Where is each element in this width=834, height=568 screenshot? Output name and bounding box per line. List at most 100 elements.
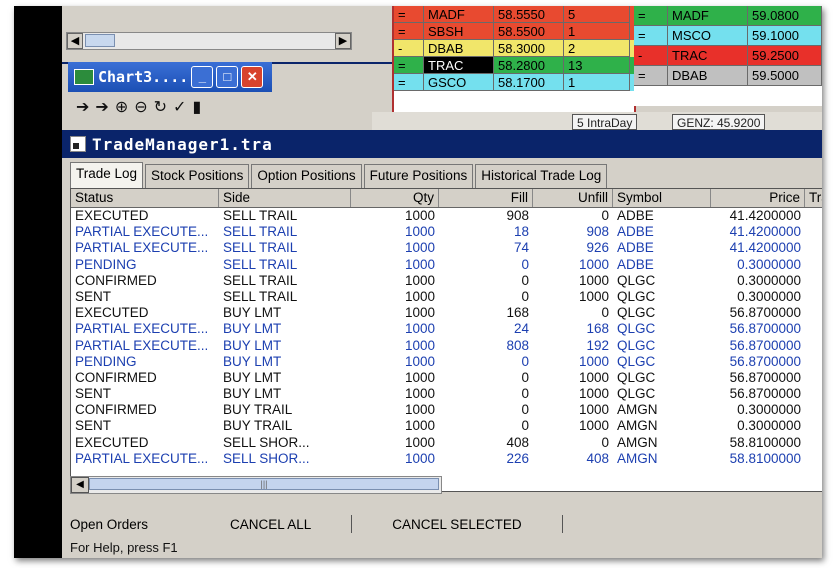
cell-price: 58.8100000 — [729, 450, 801, 466]
column-header-qty[interactable]: Qty — [351, 189, 439, 207]
table-header: StatusSideQtyFillUnfillSymbolPriceTrad — [71, 189, 822, 208]
quote-flag: = — [394, 23, 424, 40]
refresh-icon[interactable]: ↻ — [154, 97, 167, 117]
cell-side: BUY LMT — [223, 337, 282, 353]
level2-bid-quotes: = MADF 58.5550 5 = SBSH 58.5500 1- DBAB 58.3000 2 =… — [392, 6, 636, 114]
cell-unfill: 0 — [601, 208, 609, 223]
cancel-all-button[interactable]: CANCEL ALL — [200, 517, 341, 532]
cell-trade — [805, 289, 822, 305]
quote-row[interactable]: = GSCO 58.1700 1 — [394, 74, 634, 91]
scroll-thumb[interactable] — [85, 34, 115, 47]
zoom-out-icon[interactable]: ⊖ — [134, 97, 147, 117]
background-window: ◀ ▶ — [62, 6, 392, 64]
table-row[interactable]: CONFIRMED BUY TRAIL 1000 0 1000 AMGN 0.3000000 — [71, 402, 822, 418]
cell-fill: 0 — [521, 386, 529, 402]
table-row[interactable]: SENT SELL TRAIL 1000 0 1000 QLGC 0.3000000 — [71, 289, 822, 305]
tab-trade-log[interactable]: Trade Log — [70, 162, 144, 190]
cell-qty: 1000 — [404, 386, 435, 402]
table-row[interactable]: SENT BUY TRAIL 1000 0 1000 AMGN 0.3000000 — [71, 418, 822, 434]
cell-side: BUY TRAIL — [223, 418, 293, 434]
cell-price: 0.3000000 — [737, 402, 801, 418]
cell-unfill: 192 — [586, 337, 609, 353]
cancel-selected-button[interactable]: CANCEL SELECTED — [362, 517, 551, 532]
trade-manager-title: TradeManager1.tra — [92, 134, 273, 154]
quote-row[interactable]: = SBSH 58.5500 1 — [394, 23, 634, 40]
bar-chart-icon[interactable]: ▮ — [192, 97, 201, 117]
table-row[interactable]: PARTIAL EXECUTE... SELL SHOR... 1000 226 408… — [71, 451, 822, 467]
quote-row[interactable]: - DBAB 58.3000 2 — [394, 40, 634, 57]
quote-row[interactable]: = DBAB 59.5000 — [634, 66, 822, 86]
trade-manager-titlebar[interactable]: TradeManager1.tra — [62, 130, 822, 158]
quote-row[interactable]: = MADF 59.0800 — [634, 6, 822, 26]
top-horizontal-scrollbar[interactable]: ◀ ▶ — [66, 32, 352, 50]
cell-side: SELL TRAIL — [223, 240, 298, 256]
quote-row[interactable]: = MADF 58.5550 5 — [394, 6, 634, 23]
tab-historical-trade-log[interactable]: Historical Trade Log — [475, 164, 608, 189]
quote-row[interactable]: = MSCO 59.1000 — [634, 26, 822, 46]
table-row[interactable]: SENT BUY LMT 1000 0 1000 QLGC 56.8700000 — [71, 386, 822, 402]
table-row[interactable]: CONFIRMED SELL TRAIL 1000 0 1000 QLGC 0.300000… — [71, 273, 822, 289]
quote-flag: = — [394, 57, 424, 74]
column-header-side[interactable]: Side — [219, 189, 351, 207]
cell-price: 56.8700000 — [729, 305, 801, 321]
scroll-left-icon[interactable]: ◀ — [71, 477, 89, 493]
cell-price: 56.8700000 — [729, 353, 801, 369]
column-header-trad[interactable]: Trad — [805, 189, 822, 207]
cell-fill: 0 — [521, 402, 529, 418]
document-icon — [70, 136, 86, 152]
cell-fill: 74 — [513, 240, 529, 256]
column-header-price[interactable]: Price — [711, 189, 805, 207]
quote-row[interactable]: - TRAC 59.2500 — [634, 46, 822, 66]
cell-unfill: 1000 — [578, 402, 609, 418]
table-row[interactable]: PARTIAL EXECUTE... BUY LMT 1000 24 168 QLGC 56… — [71, 321, 822, 337]
table-horizontal-scrollbar[interactable]: ◀ ||| — [70, 476, 442, 494]
cell-unfill: 0 — [601, 305, 609, 321]
cell-qty: 1000 — [404, 256, 435, 272]
table-row[interactable]: PENDING BUY LMT 1000 0 1000 QLGC 56.8700000 — [71, 354, 822, 370]
table-row[interactable]: EXECUTED SELL TRAIL 1000 908 0 ADBE 41.4200000 — [71, 208, 822, 224]
tab-option-positions[interactable]: Option Positions — [251, 164, 362, 189]
table-row[interactable]: EXECUTED SELL SHOR... 1000 408 0 AMGN 58.81000… — [71, 435, 822, 451]
cell-price: 56.8700000 — [729, 369, 801, 385]
cell-symbol: AMGN — [617, 434, 658, 450]
table-row[interactable]: EXECUTED BUY LMT 1000 168 0 QLGC 56.8700000 — [71, 305, 822, 321]
cell-side: SELL SHOR... — [223, 434, 310, 450]
table-row[interactable]: PARTIAL EXECUTE... SELL TRAIL 1000 74 926 ADB… — [71, 240, 822, 256]
maximize-icon[interactable]: □ — [216, 66, 239, 88]
column-header-status[interactable]: Status — [71, 189, 219, 207]
cell-symbol: QLGC — [617, 386, 656, 402]
interval-selector[interactable]: 5 IntraDay — [572, 114, 638, 130]
close-icon[interactable]: ✕ — [241, 66, 264, 88]
arrow-right-icon[interactable]: ➔ — [95, 97, 108, 117]
cell-symbol: QLGC — [617, 353, 656, 369]
cell-trade — [805, 273, 822, 289]
cell-status: EXECUTED — [75, 305, 149, 321]
quote-row[interactable]: = TRAC 58.2800 13 — [394, 57, 634, 74]
tab-stock-positions[interactable]: Stock Positions — [145, 164, 250, 189]
cell-side: BUY TRAIL — [223, 402, 293, 418]
scroll-thumb[interactable]: ||| — [89, 478, 439, 490]
cell-side: SELL TRAIL — [223, 256, 298, 272]
quote-symbol: SBSH — [424, 23, 494, 40]
cell-qty: 1000 — [404, 337, 435, 353]
table-row[interactable]: CONFIRMED BUY LMT 1000 0 1000 QLGC 56.8700000 — [71, 370, 822, 386]
cell-unfill: 0 — [601, 434, 609, 450]
status-bar-text: For Help, press F1 — [70, 540, 178, 555]
arrow-left-icon[interactable]: ➔ — [76, 97, 89, 117]
table-row[interactable]: PARTIAL EXECUTE... BUY LMT 1000 808 192 QLGC 5… — [71, 338, 822, 354]
tab-future-positions[interactable]: Future Positions — [363, 164, 474, 189]
chart-window-titlebar[interactable]: Chart3.... _ □ ✕ — [68, 62, 272, 92]
column-header-symbol[interactable]: Symbol — [613, 189, 711, 207]
scroll-right-icon[interactable]: ▶ — [335, 33, 351, 49]
table-row[interactable]: PARTIAL EXECUTE... SELL TRAIL 1000 18 908 ADB… — [71, 224, 822, 240]
cell-fill: 908 — [506, 208, 529, 223]
scroll-left-icon[interactable]: ◀ — [67, 33, 83, 49]
column-header-fill[interactable]: Fill — [439, 189, 533, 207]
column-header-unfill[interactable]: Unfill — [533, 189, 613, 207]
quote-readout: GENZ: 45.9200 — [672, 114, 766, 130]
line-chart-icon[interactable]: ✓ — [173, 97, 186, 117]
zoom-in-icon[interactable]: ⊕ — [115, 97, 128, 117]
cell-symbol: QLGC — [617, 305, 656, 321]
table-row[interactable]: PENDING SELL TRAIL 1000 0 1000 ADBE 0.3000000 — [71, 257, 822, 273]
minimize-icon[interactable]: _ — [191, 66, 214, 88]
